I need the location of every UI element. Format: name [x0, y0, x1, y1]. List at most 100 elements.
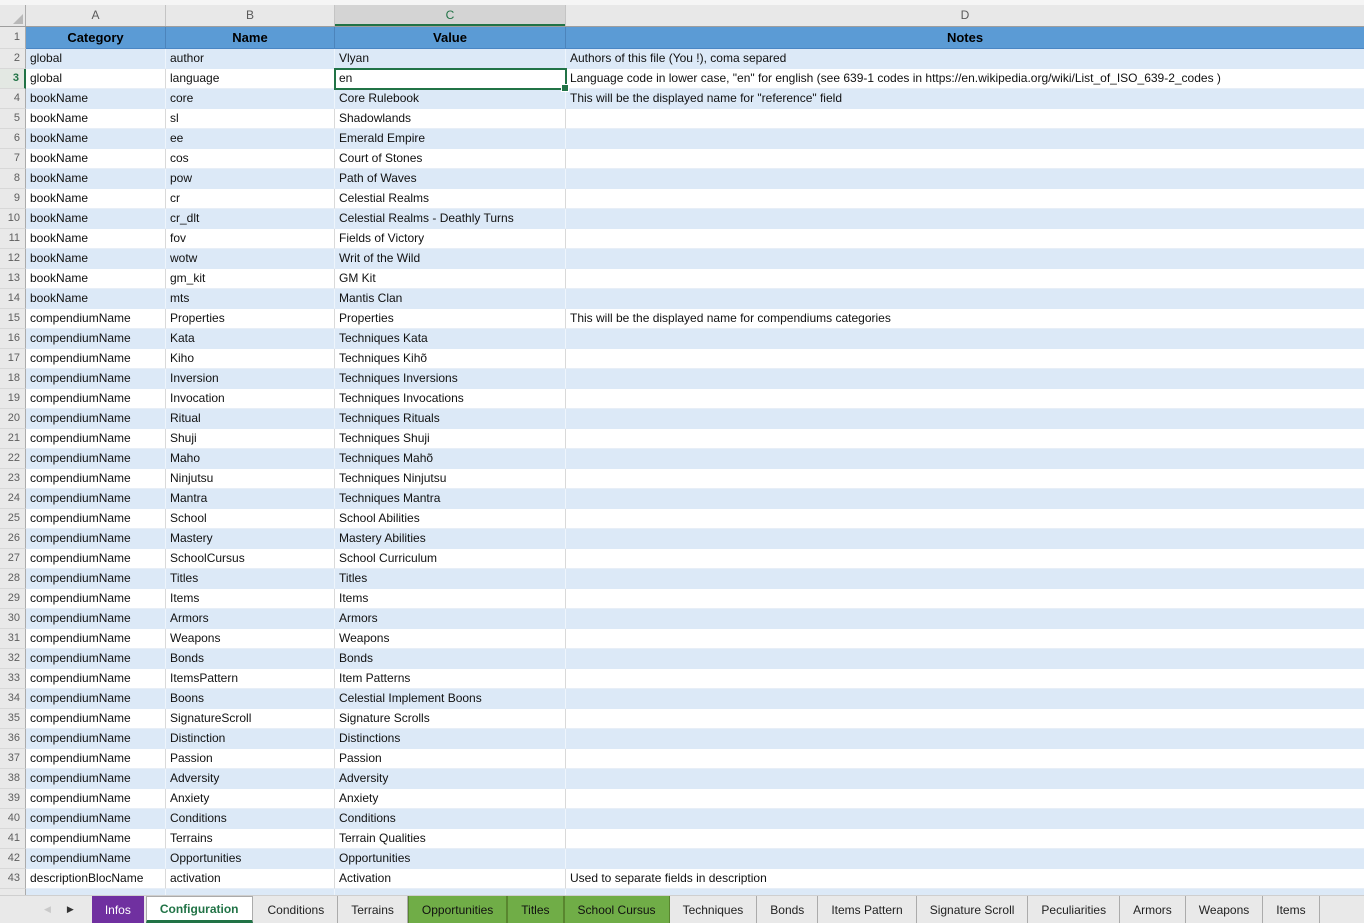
cell-D26[interactable] — [566, 529, 1364, 549]
cell-B38[interactable]: Adversity — [166, 769, 335, 789]
cell-C15[interactable]: Properties — [335, 309, 566, 329]
cell-C23[interactable]: Techniques Ninjutsu — [335, 469, 566, 489]
cell-C14[interactable]: Mantis Clan — [335, 289, 566, 309]
cell-B4[interactable]: core — [166, 89, 335, 109]
sheet-tab-school-cursus[interactable]: School Cursus — [564, 896, 670, 923]
cell-D38[interactable] — [566, 769, 1364, 789]
cell-A19[interactable]: compendiumName — [26, 389, 166, 409]
cell-A16[interactable]: compendiumName — [26, 329, 166, 349]
cell-D18[interactable] — [566, 369, 1364, 389]
sheet-tab-conditions[interactable]: Conditions — [255, 896, 339, 923]
row-header-34[interactable]: 34 — [0, 689, 26, 709]
cell-D42[interactable] — [566, 849, 1364, 869]
cell-D21[interactable] — [566, 429, 1364, 449]
prev-sheet-icon[interactable]: ◀ — [44, 905, 51, 914]
cell-D15[interactable]: This will be the displayed name for comp… — [566, 309, 1364, 329]
cell-C1[interactable]: Value — [335, 27, 566, 49]
cell-A8[interactable]: bookName — [26, 169, 166, 189]
cell-A33[interactable]: compendiumName — [26, 669, 166, 689]
cell-B40[interactable]: Conditions — [166, 809, 335, 829]
cell-A40[interactable]: compendiumName — [26, 809, 166, 829]
row-header-44[interactable] — [0, 889, 26, 895]
cell-A28[interactable]: compendiumName — [26, 569, 166, 589]
cell-A24[interactable]: compendiumName — [26, 489, 166, 509]
row-header-24[interactable]: 24 — [0, 489, 26, 509]
cell-A27[interactable]: compendiumName — [26, 549, 166, 569]
cell-A32[interactable]: compendiumName — [26, 649, 166, 669]
row-header-22[interactable]: 22 — [0, 449, 26, 469]
cell-B25[interactable]: School — [166, 509, 335, 529]
cell-B41[interactable]: Terrains — [166, 829, 335, 849]
cell-A3[interactable]: global — [26, 69, 166, 89]
cell-A1[interactable]: Category — [26, 27, 166, 49]
cell-B1[interactable]: Name — [166, 27, 335, 49]
cell-C5[interactable]: Shadowlands — [335, 109, 566, 129]
row-header-32[interactable]: 32 — [0, 649, 26, 669]
cell-A43[interactable]: descriptionBlocName — [26, 869, 166, 889]
cell-A15[interactable]: compendiumName — [26, 309, 166, 329]
row-header-10[interactable]: 10 — [0, 209, 26, 229]
cell-A20[interactable]: compendiumName — [26, 409, 166, 429]
cell-A42[interactable]: compendiumName — [26, 849, 166, 869]
column-header-B[interactable]: B — [166, 5, 335, 26]
cell-A35[interactable]: compendiumName — [26, 709, 166, 729]
cell-C13[interactable]: GM Kit — [335, 269, 566, 289]
row-header-33[interactable]: 33 — [0, 669, 26, 689]
cell-C2[interactable]: Vlyan — [335, 49, 566, 69]
cell-C30[interactable]: Armors — [335, 609, 566, 629]
cell-C32[interactable]: Bonds — [335, 649, 566, 669]
cell-D7[interactable] — [566, 149, 1364, 169]
row-header-19[interactable]: 19 — [0, 389, 26, 409]
cell-B26[interactable]: Mastery — [166, 529, 335, 549]
row-header-6[interactable]: 6 — [0, 129, 26, 149]
cell-A39[interactable]: compendiumName — [26, 789, 166, 809]
cell-C8[interactable]: Path of Waves — [335, 169, 566, 189]
row-header-7[interactable]: 7 — [0, 149, 26, 169]
sheet-tab-titles[interactable]: Titles — [507, 896, 563, 923]
cell-D9[interactable] — [566, 189, 1364, 209]
cell-C36[interactable]: Distinctions — [335, 729, 566, 749]
column-header-D[interactable]: D — [566, 5, 1364, 26]
cell-C42[interactable]: Opportunities — [335, 849, 566, 869]
row-header-35[interactable]: 35 — [0, 709, 26, 729]
sheet-tab-opportunities[interactable]: Opportunities — [408, 896, 507, 923]
cell-A6[interactable]: bookName — [26, 129, 166, 149]
sheet-tab-armors[interactable]: Armors — [1120, 896, 1186, 923]
cell-A29[interactable]: compendiumName — [26, 589, 166, 609]
cell-D10[interactable] — [566, 209, 1364, 229]
cell-B36[interactable]: Distinction — [166, 729, 335, 749]
cell-B3[interactable]: language — [166, 69, 335, 89]
cell-C16[interactable]: Techniques Kata — [335, 329, 566, 349]
cell-D16[interactable] — [566, 329, 1364, 349]
cell-A41[interactable]: compendiumName — [26, 829, 166, 849]
cell-C34[interactable]: Celestial Implement Boons — [335, 689, 566, 709]
cell-A12[interactable]: bookName — [26, 249, 166, 269]
cell-D40[interactable] — [566, 809, 1364, 829]
cell-A21[interactable]: compendiumName — [26, 429, 166, 449]
cell-D24[interactable] — [566, 489, 1364, 509]
row-header-31[interactable]: 31 — [0, 629, 26, 649]
cell-C21[interactable]: Techniques Shuji — [335, 429, 566, 449]
cell-D36[interactable] — [566, 729, 1364, 749]
cell-D29[interactable] — [566, 589, 1364, 609]
row-header-21[interactable]: 21 — [0, 429, 26, 449]
cell-C33[interactable]: Item Patterns — [335, 669, 566, 689]
cell-D33[interactable] — [566, 669, 1364, 689]
row-header-38[interactable]: 38 — [0, 769, 26, 789]
cell-C6[interactable]: Emerald Empire — [335, 129, 566, 149]
cell-B19[interactable]: Invocation — [166, 389, 335, 409]
cell-A36[interactable]: compendiumName — [26, 729, 166, 749]
row-header-39[interactable]: 39 — [0, 789, 26, 809]
cell-B30[interactable]: Armors — [166, 609, 335, 629]
cell-C38[interactable]: Adversity — [335, 769, 566, 789]
cell-C10[interactable]: Celestial Realms - Deathly Turns — [335, 209, 566, 229]
cell-A25[interactable]: compendiumName — [26, 509, 166, 529]
cell-A22[interactable]: compendiumName — [26, 449, 166, 469]
cell-B5[interactable]: sl — [166, 109, 335, 129]
cell-C29[interactable]: Items — [335, 589, 566, 609]
cell-C41[interactable]: Terrain Qualities — [335, 829, 566, 849]
row-header-27[interactable]: 27 — [0, 549, 26, 569]
cell-A2[interactable]: global — [26, 49, 166, 69]
cell-B16[interactable]: Kata — [166, 329, 335, 349]
row-header-16[interactable]: 16 — [0, 329, 26, 349]
